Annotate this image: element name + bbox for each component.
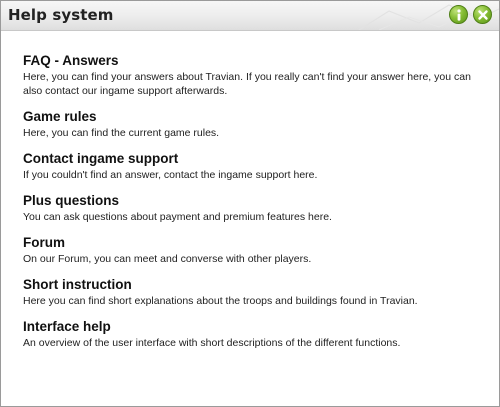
title-bar: Help system [1,1,499,31]
plus-questions-link[interactable]: Plus questions [23,193,483,209]
window-title: Help system [8,6,114,24]
contact-support-description: If you couldn't find an answer, contact … [23,169,318,181]
help-topic-faq: FAQ - Answers Here, you can find your an… [23,53,483,98]
interface-help-description: An overview of the user interface with s… [23,337,401,349]
short-instruction-link[interactable]: Short instruction [23,277,483,293]
help-topics-list: FAQ - Answers Here, you can find your an… [23,53,483,361]
info-icon [457,9,461,21]
forum-link[interactable]: Forum [23,235,483,251]
interface-help-link[interactable]: Interface help [23,319,483,335]
game-rules-description: Here, you can find the current game rule… [23,127,220,139]
help-topic-game-rules: Game rules Here, you can find the curren… [23,109,483,140]
forum-description: On our Forum, you can meet and converse … [23,253,312,265]
plus-questions-description: You can ask questions about payment and … [23,211,332,223]
help-topic-forum: Forum On our Forum, you can meet and con… [23,235,483,266]
faq-answers-link[interactable]: FAQ - Answers [23,53,483,69]
help-topic-interface-help: Interface help An overview of the user i… [23,319,483,350]
help-dialog: Help system FAQ - Answers Here, you can … [0,0,500,407]
info-button[interactable] [449,5,468,24]
contact-support-link[interactable]: Contact ingame support [23,151,483,167]
help-topic-contact-support: Contact ingame support If you couldn't f… [23,151,483,182]
help-topic-plus-questions: Plus questions You can ask questions abo… [23,193,483,224]
short-instruction-description: Here you can find short explanations abo… [23,295,418,307]
close-icon [478,10,488,20]
faq-answers-description: Here, you can find your answers about Tr… [23,71,471,97]
game-rules-link[interactable]: Game rules [23,109,483,125]
close-button[interactable] [473,5,492,24]
help-topic-short-instruction: Short instruction Here you can find shor… [23,277,483,308]
